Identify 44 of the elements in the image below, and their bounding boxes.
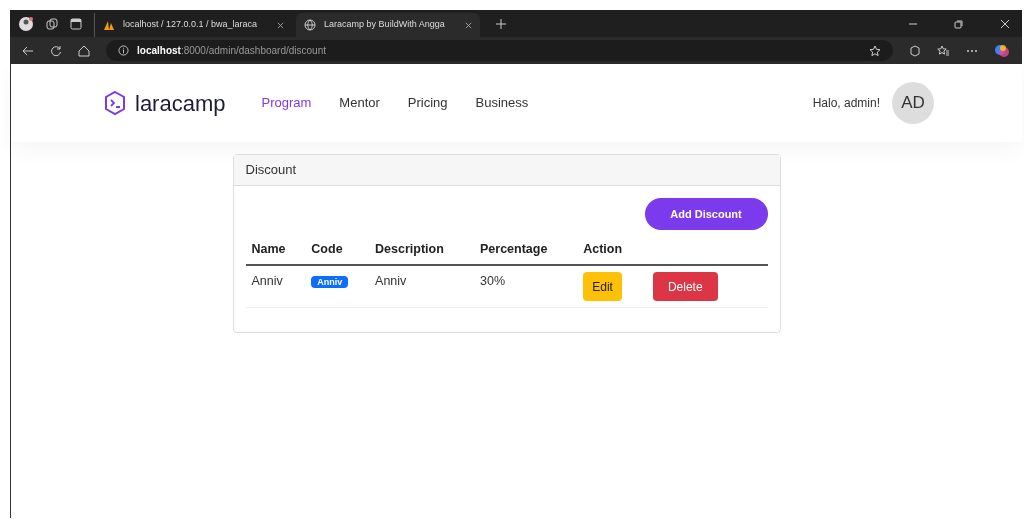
column-header: Code (305, 234, 370, 265)
copilot-icon[interactable] (994, 42, 1010, 59)
greeting-text: Halo, admin! (812, 95, 880, 112)
table-cell: Anniv (245, 265, 306, 308)
column-header: Description (369, 234, 474, 265)
code-badge: Anniv (311, 276, 349, 288)
delete-button[interactable]: Delete (652, 272, 718, 301)
globe-icon (304, 19, 317, 31)
address-bar[interactable]: localhost:8000/admin/dashboard/discount (106, 40, 893, 61)
nav-link[interactable]: Business (475, 93, 529, 113)
column-header: Action (577, 234, 768, 265)
back-icon[interactable] (22, 44, 34, 57)
close-icon[interactable] (1000, 18, 1010, 29)
nav-link[interactable]: Pricing (407, 93, 448, 113)
info-icon (118, 45, 129, 56)
browser-tab[interactable]: Laracamp by BuildWith Angga (296, 13, 480, 37)
user-avatar[interactable]: AD (892, 82, 934, 124)
table-cell: Anniv (369, 265, 474, 308)
more-icon[interactable] (966, 48, 978, 53)
column-header: Percentage (474, 234, 578, 265)
close-tab-icon[interactable] (464, 21, 472, 29)
profile-icon[interactable] (18, 15, 34, 32)
brand-name[interactable]: laracamp (135, 86, 226, 120)
star-icon[interactable] (869, 44, 881, 57)
reload-icon[interactable] (50, 44, 62, 57)
tab-title: Laracamp by BuildWith Angga (324, 18, 445, 32)
url-text: localhost:8000/admin/dashboard/discount (137, 44, 326, 58)
add-discount-button[interactable]: Add Discount (644, 198, 768, 230)
tab-title: localhost / 127.0.0.1 / bwa_laraca (123, 18, 258, 32)
workspaces-icon[interactable] (46, 17, 58, 30)
extension-icon[interactable] (909, 44, 921, 57)
card-header: Discount (233, 155, 780, 186)
close-tab-icon[interactable] (277, 21, 285, 29)
edit-button[interactable]: Edit (583, 272, 622, 301)
table-cell: 30% (474, 265, 578, 308)
new-tab-icon[interactable] (495, 18, 506, 29)
favorites-icon[interactable] (937, 44, 950, 57)
nav-link[interactable]: Mentor (339, 93, 380, 113)
nav-link[interactable]: Program (261, 93, 312, 113)
restore-icon[interactable] (954, 18, 964, 29)
logo-icon (103, 90, 127, 116)
column-header: Name (245, 234, 306, 265)
home-icon[interactable] (78, 44, 90, 57)
tab-actions-icon[interactable] (70, 17, 82, 30)
